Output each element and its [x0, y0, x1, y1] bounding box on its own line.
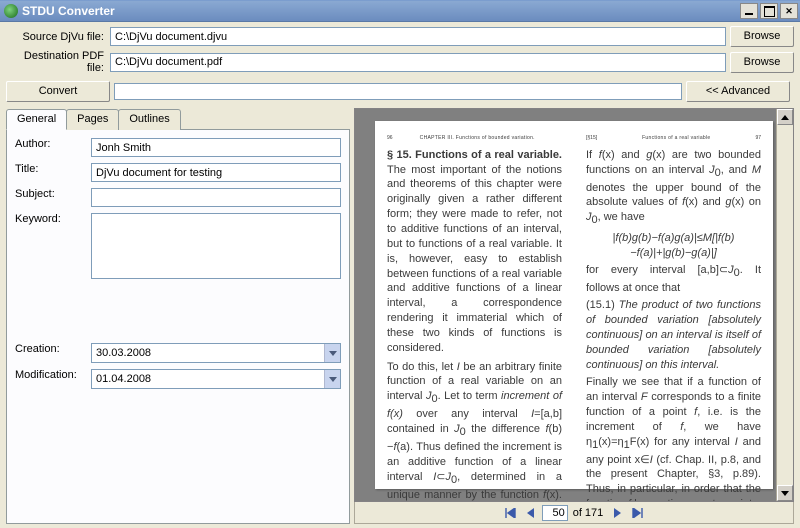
right-page-number: 97 [755, 135, 761, 142]
chevron-down-icon [324, 344, 340, 362]
modification-combo[interactable]: 01.04.2008 [91, 369, 341, 389]
titlebar: STDU Converter [0, 0, 800, 22]
last-page-button[interactable] [628, 505, 646, 521]
author-input[interactable] [91, 138, 341, 157]
page-preview: 96 CHAPTER III. Functions of bounded var… [375, 121, 773, 489]
left-page-header: CHAPTER III. Functions of bounded variat… [420, 135, 535, 142]
tab-content-general: Author: Title: Subject: Keyword: Cr [6, 129, 350, 524]
window-title: STDU Converter [22, 4, 740, 18]
prev-page-button[interactable] [522, 505, 540, 521]
app-icon [4, 4, 18, 18]
creation-combo[interactable]: 30.03.2008 [91, 343, 341, 363]
current-page-input[interactable] [542, 505, 568, 521]
minimize-button[interactable] [740, 3, 758, 19]
scroll-down-button[interactable] [777, 485, 793, 501]
keyword-input[interactable] [91, 213, 341, 279]
source-file-input[interactable] [110, 27, 726, 46]
scroll-up-button[interactable] [777, 109, 793, 125]
tab-general[interactable]: General [6, 109, 67, 130]
keyword-label: Keyword: [15, 213, 91, 279]
maximize-button[interactable] [760, 3, 778, 19]
first-page-button[interactable] [502, 505, 520, 521]
next-page-icon [612, 508, 622, 518]
page-of-label: of 171 [570, 507, 607, 519]
title-label: Title: [15, 163, 91, 182]
modification-value: 01.04.2008 [92, 373, 324, 385]
creation-value: 30.03.2008 [92, 347, 324, 359]
close-button[interactable] [780, 3, 798, 19]
modification-label: Modification: [15, 369, 91, 389]
author-label: Author: [15, 138, 91, 157]
progress-bar [114, 83, 682, 100]
subject-label: Subject: [15, 188, 91, 207]
title-input[interactable] [91, 163, 341, 182]
first-page-icon [505, 508, 517, 518]
dest-file-input[interactable] [110, 53, 726, 72]
right-page-header: Functions of a real variable [642, 135, 710, 142]
left-page-number: 96 [387, 135, 393, 142]
source-file-label: Source DjVu file: [6, 31, 110, 43]
next-page-button[interactable] [608, 505, 626, 521]
browse-dest-button[interactable]: Browse [730, 52, 794, 73]
prev-page-icon [526, 508, 536, 518]
browse-source-button[interactable]: Browse [730, 26, 794, 47]
convert-button[interactable]: Convert [6, 81, 110, 102]
chevron-down-icon [324, 370, 340, 388]
tabs: General Pages Outlines [6, 108, 350, 129]
tab-outlines[interactable]: Outlines [118, 109, 180, 130]
subject-input[interactable] [91, 188, 341, 207]
preview-area: 96 CHAPTER III. Functions of bounded var… [354, 108, 794, 502]
preview-navigation: of 171 [354, 502, 794, 524]
tab-pages[interactable]: Pages [66, 109, 119, 130]
advanced-toggle-button[interactable]: << Advanced [686, 81, 790, 102]
creation-label: Creation: [15, 343, 91, 363]
dest-file-label: Destination PDF file: [6, 50, 110, 74]
last-page-icon [631, 508, 643, 518]
